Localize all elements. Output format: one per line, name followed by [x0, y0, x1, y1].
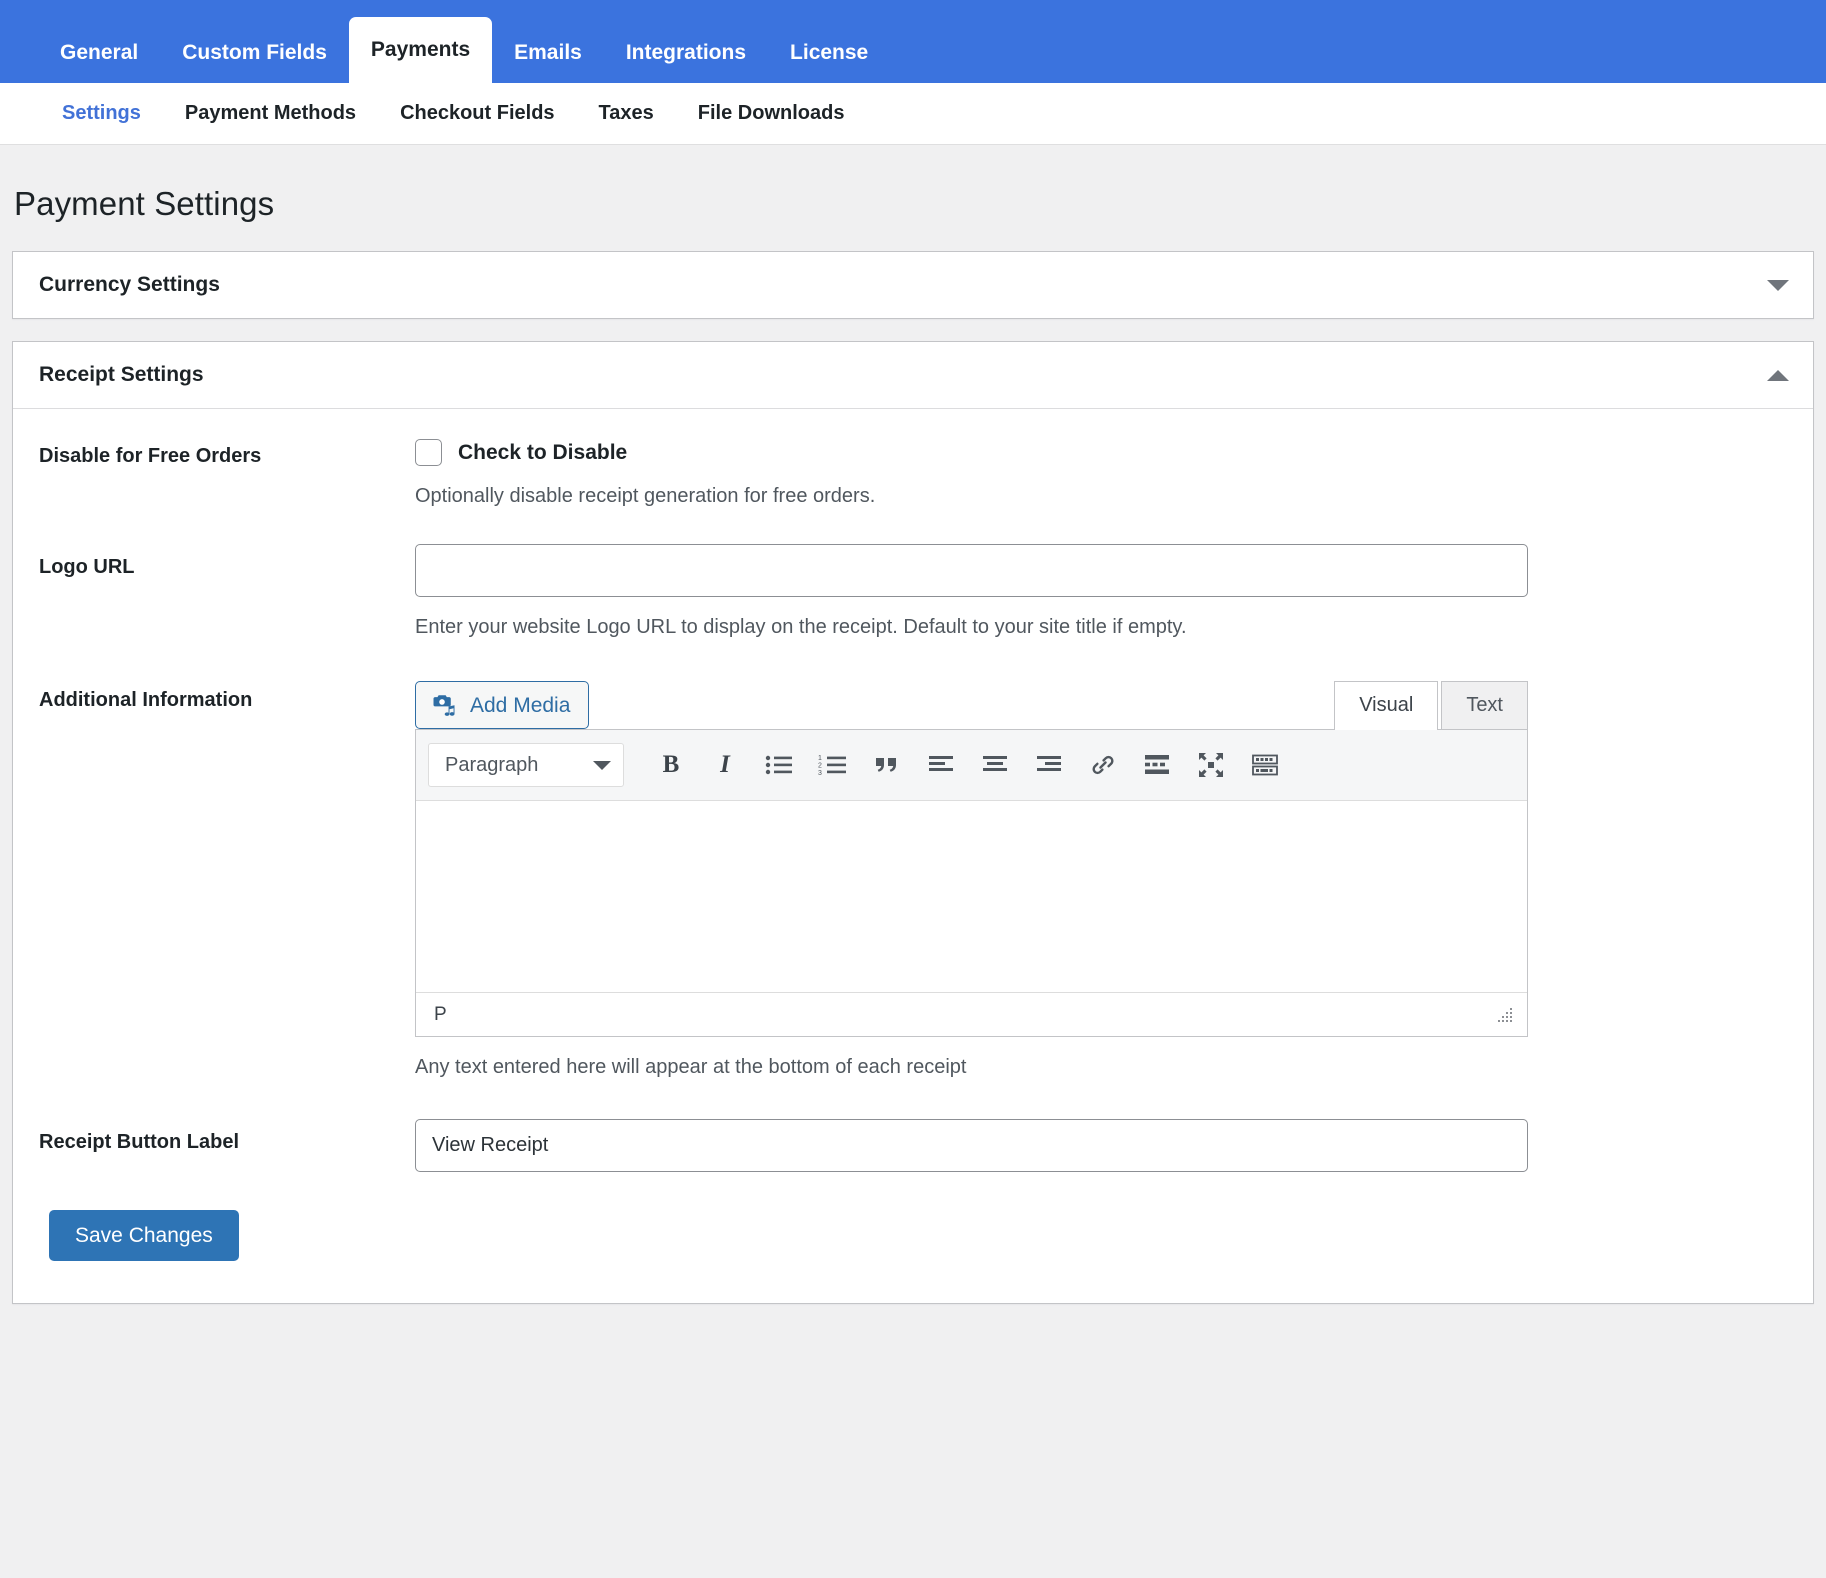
disable-free-orders-checkbox-label[interactable]: Check to Disable	[458, 441, 627, 465]
label-receipt-button-label: Receipt Button Label	[39, 1131, 240, 1153]
label-logo-url: Logo URL	[39, 556, 135, 578]
italic-icon[interactable]: I	[698, 743, 752, 787]
field-row-logo-url: Logo URL Enter your website Logo URL to …	[13, 510, 1813, 641]
subnav-item-checkout-fields[interactable]: Checkout Fields	[378, 102, 576, 125]
help-logo-url: Enter your website Logo URL to display o…	[415, 616, 1187, 638]
form-actions: Save Changes	[13, 1172, 1813, 1303]
nav-tab-general[interactable]: General	[38, 23, 160, 83]
svg-text:3: 3	[818, 770, 822, 776]
editor-status-bar: P	[416, 992, 1527, 1036]
editor-toolbar: Paragraph B I 123	[416, 730, 1527, 801]
editor-content-area[interactable]	[416, 801, 1527, 992]
nav-tab-payments[interactable]: Payments	[348, 17, 493, 83]
label-additional-information: Additional Information	[39, 689, 253, 711]
nav-tab-emails[interactable]: Emails	[492, 23, 604, 83]
wp-editor: Add Media Visual Text Paragraph B I 1 2 …	[415, 673, 1528, 1037]
nav-tab-custom-fields[interactable]: Custom Fields	[160, 23, 349, 83]
logo-url-input[interactable]	[415, 544, 1528, 597]
label-disable-free-orders: Disable for Free Orders	[39, 445, 262, 467]
help-additional-information: Any text entered here will appear at the…	[415, 1056, 967, 1078]
editor-mode-tabs: Visual Text	[1334, 681, 1528, 730]
format-select[interactable]: Paragraph	[428, 743, 624, 787]
panel-receipt-settings: Receipt Settings Disable for Free Orders…	[12, 341, 1814, 1304]
receipt-button-label-input[interactable]	[415, 1119, 1528, 1172]
panel-currency-settings: Currency Settings	[12, 251, 1814, 319]
editor-box: Paragraph B I 123 P	[415, 729, 1528, 1037]
resize-grip-icon[interactable]	[1495, 1005, 1515, 1025]
panel-receipt-settings-header[interactable]: Receipt Settings	[13, 342, 1813, 408]
field-row-additional-information: Additional Information Add Media Visual …	[13, 641, 1813, 1081]
editor-top-bar: Add Media Visual Text	[415, 673, 1528, 730]
keyboard-shortcuts-icon[interactable]	[1238, 743, 1292, 787]
nav-tab-integrations[interactable]: Integrations	[604, 23, 768, 83]
page-content: Payment Settings Currency Settings Recei…	[0, 185, 1826, 1304]
format-select-value: Paragraph	[445, 753, 539, 776]
bold-icon[interactable]: B	[644, 743, 698, 787]
chevron-down-icon	[593, 760, 611, 770]
bulleted-list-icon[interactable]	[752, 743, 806, 787]
align-right-icon[interactable]	[1022, 743, 1076, 787]
subnav-item-settings[interactable]: Settings	[40, 102, 163, 125]
blockquote-icon[interactable]	[860, 743, 914, 787]
tab-text[interactable]: Text	[1441, 681, 1528, 729]
add-media-icon	[430, 691, 458, 719]
add-media-label: Add Media	[470, 693, 571, 717]
align-center-icon[interactable]	[968, 743, 1022, 787]
nav-tab-license[interactable]: License	[768, 23, 890, 83]
chevron-down-icon[interactable]	[1767, 279, 1789, 291]
align-left-icon[interactable]	[914, 743, 968, 787]
field-row-receipt-button-label: Receipt Button Label	[13, 1081, 1813, 1172]
tab-visual[interactable]: Visual	[1334, 681, 1439, 730]
page-title: Payment Settings	[14, 185, 275, 222]
editor-element-path: P	[434, 1003, 447, 1025]
secondary-nav: Settings Payment Methods Checkout Fields…	[0, 83, 1826, 145]
panel-receipt-settings-title: Receipt Settings	[39, 363, 204, 386]
svg-text:1: 1	[818, 755, 822, 762]
field-row-disable-free-orders: Disable for Free Orders Check to Disable…	[13, 409, 1813, 510]
subnav-item-taxes[interactable]: Taxes	[577, 102, 676, 125]
save-changes-button[interactable]: Save Changes	[49, 1210, 239, 1261]
subnav-item-file-downloads[interactable]: File Downloads	[676, 102, 867, 125]
numbered-list-icon[interactable]: 123	[806, 743, 860, 787]
svg-text:2: 2	[818, 763, 822, 770]
chevron-up-icon[interactable]	[1767, 369, 1789, 381]
panel-currency-settings-title: Currency Settings	[39, 273, 220, 296]
fullscreen-icon[interactable]	[1184, 743, 1238, 787]
primary-nav: General Custom Fields Payments Emails In…	[0, 0, 1826, 83]
help-disable-free-orders: Optionally disable receipt generation fo…	[415, 485, 876, 507]
panel-receipt-settings-body: Disable for Free Orders Check to Disable…	[13, 408, 1813, 1303]
read-more-icon[interactable]	[1130, 743, 1184, 787]
panel-currency-settings-header[interactable]: Currency Settings	[13, 252, 1813, 318]
disable-free-orders-checkbox[interactable]	[415, 439, 442, 466]
link-icon[interactable]	[1076, 743, 1130, 787]
add-media-button[interactable]: Add Media	[415, 681, 590, 729]
subnav-item-payment-methods[interactable]: Payment Methods	[163, 102, 378, 125]
